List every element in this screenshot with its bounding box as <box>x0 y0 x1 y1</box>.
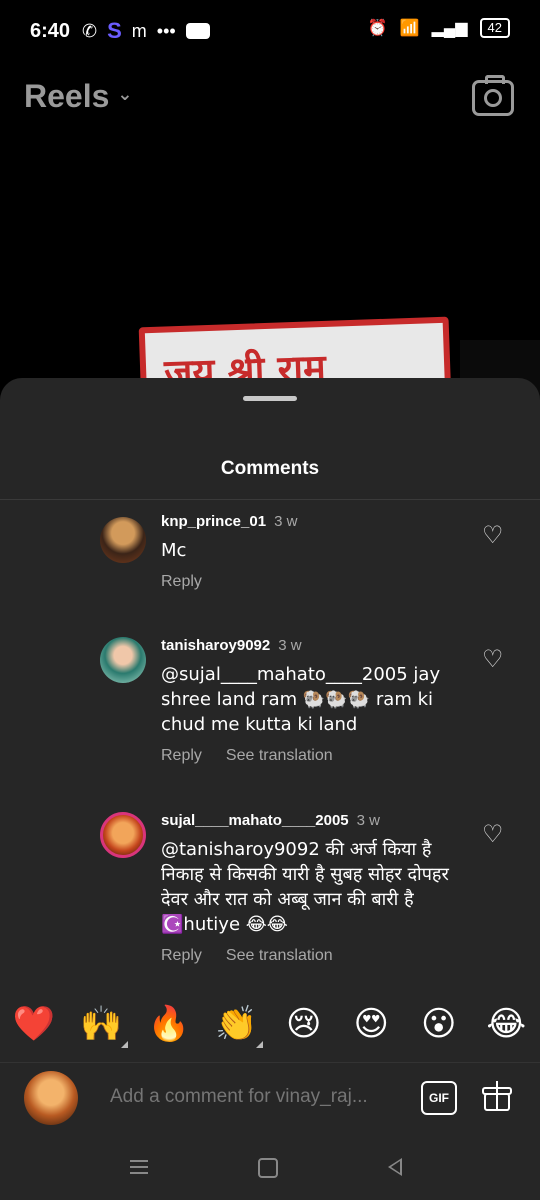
emoji-laughing-button[interactable]: 😂 <box>481 1004 531 1044</box>
sheet-drag-handle[interactable] <box>243 396 297 401</box>
comment-username[interactable]: knp_prince_01 <box>161 513 266 530</box>
like-heart-icon[interactable]: ♡ <box>482 820 504 849</box>
status-system-icons: ⏰ 📶 ▂▄▆ 42 <box>368 18 510 38</box>
more-notifications-icon: ••• <box>156 20 176 41</box>
comment-text: @sujal____mahato____2005 jay shree land … <box>161 664 441 735</box>
youtube-icon <box>185 23 210 39</box>
comment-actions: Reply See translation <box>161 747 461 765</box>
like-heart-icon[interactable]: ♡ <box>482 645 504 674</box>
reels-title-text: Reels <box>24 78 110 114</box>
my-avatar <box>24 1071 78 1125</box>
comment-username-row: sujal____mahato____2005 3 w <box>161 812 461 829</box>
camera-icon[interactable] <box>472 75 514 116</box>
gif-button[interactable]: GIF <box>421 1081 457 1115</box>
navigation-bar <box>0 1134 540 1200</box>
comment-username-row: knp_prince_01 3 w <box>161 513 461 530</box>
status-notification-icons: ✆ S m ••• <box>82 18 210 44</box>
comment-username[interactable]: tanisharoy9092 <box>161 637 270 654</box>
reels-title[interactable]: Reels ⌄ <box>24 78 132 115</box>
emoji-fire-button[interactable]: 🔥 <box>144 1004 194 1044</box>
avatar[interactable] <box>100 812 146 858</box>
alarm-icon: ⏰ <box>367 20 388 37</box>
comment-text: Mc <box>161 540 187 561</box>
sheet-divider <box>0 499 540 500</box>
avatar[interactable] <box>100 517 146 563</box>
wifi-icon: 📶 <box>399 20 420 37</box>
see-translation-button[interactable]: See translation <box>226 747 333 765</box>
emoji-crying-button[interactable]: 😢 <box>279 1004 329 1044</box>
status-bar: 6:40 ✆ S m ••• ⏰ 📶 ▂▄▆ 42 <box>0 0 540 64</box>
battery-icon: 42 <box>479 18 510 38</box>
back-icon[interactable] <box>388 1158 402 1176</box>
comment-time: 3 w <box>274 513 298 530</box>
emoji-heart-button[interactable]: ❤️ <box>9 1004 59 1044</box>
emoji-raised-hands-button[interactable]: 🙌 <box>76 1004 129 1048</box>
reply-button[interactable]: Reply <box>161 747 202 765</box>
status-time: 6:40 <box>30 20 71 42</box>
like-heart-icon[interactable]: ♡ <box>482 521 504 550</box>
reply-button[interactable]: Reply <box>161 573 202 591</box>
see-translation-button[interactable]: See translation <box>226 947 333 965</box>
reply-button[interactable]: Reply <box>161 947 202 965</box>
home-icon[interactable] <box>258 1158 278 1178</box>
comment-input-row: GIF <box>0 1062 540 1135</box>
comment-text: @tanisharoy9092 की अर्ज किया है निकाह से… <box>161 839 449 935</box>
recents-menu-icon[interactable] <box>130 1160 148 1174</box>
avatar[interactable] <box>100 637 146 683</box>
app-m-icon: m <box>131 20 147 41</box>
emoji-surprised-button[interactable]: 😮 <box>414 1004 464 1044</box>
comment-username-row: tanisharoy9092 3 w <box>161 637 461 654</box>
chevron-down-icon: ⌄ <box>117 84 133 104</box>
comments-title: Comments <box>220 458 320 479</box>
comment-time: 3 w <box>356 812 380 829</box>
app-s-icon: S <box>107 18 122 43</box>
emoji-clap-button[interactable]: 👏 <box>211 1004 264 1048</box>
comment-time: 3 w <box>278 637 302 654</box>
comment-actions: Reply See translation <box>161 947 461 965</box>
signal-icon: ▂▄▆ <box>431 20 468 37</box>
emoji-reaction-bar: ❤️ 🙌 🔥 👏 😢 😍 😮 😂 <box>0 995 540 1053</box>
gift-icon[interactable] <box>482 1081 512 1111</box>
whatsapp-icon: ✆ <box>82 20 98 41</box>
emoji-heart-eyes-button[interactable]: 😍 <box>346 1004 396 1044</box>
comment-actions: Reply <box>161 573 461 591</box>
comment-username[interactable]: sujal____mahato____2005 <box>161 812 349 829</box>
comment-input[interactable] <box>108 1085 402 1109</box>
